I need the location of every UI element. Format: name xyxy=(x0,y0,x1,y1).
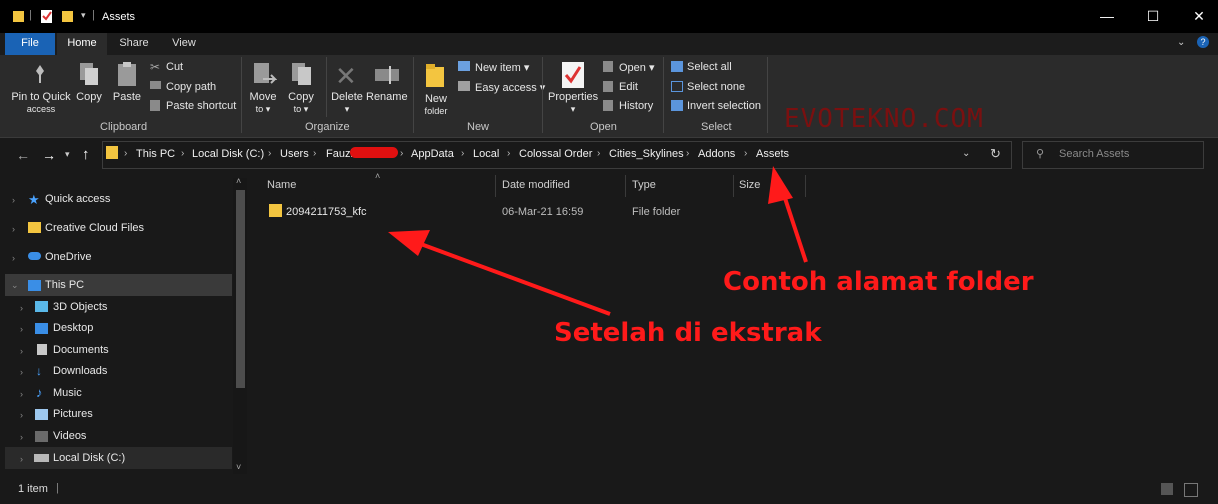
annotation-address-note: Contoh alamat folder xyxy=(723,267,1034,297)
arrow-to-address xyxy=(768,166,808,263)
annotation-arrows xyxy=(388,166,808,316)
arrow-to-folder xyxy=(388,230,611,316)
annotation-extract-note: Setelah di ekstrak xyxy=(554,318,822,348)
